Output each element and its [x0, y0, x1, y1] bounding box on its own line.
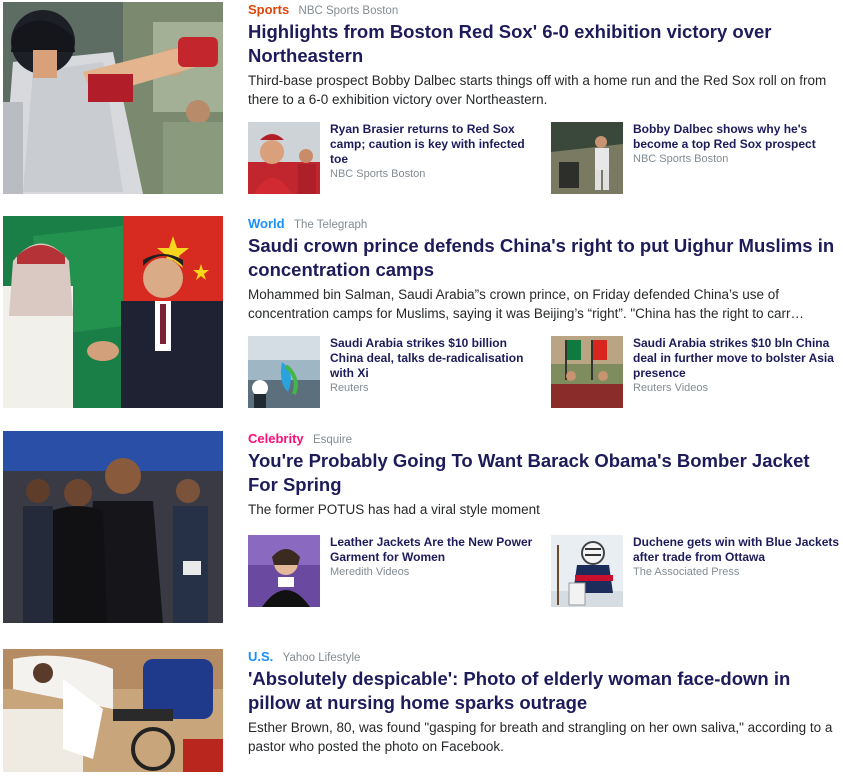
related-source: Meredith Videos	[330, 566, 410, 578]
related-links: Ryan Brasier returns to Red Sox camp; ca…	[248, 122, 843, 194]
related-source: Reuters Videos	[633, 382, 709, 394]
related-thumbnail	[551, 535, 623, 607]
story-body: U.S. Yahoo Lifestyle 'Absolutely despica…	[248, 649, 838, 756]
related-item[interactable]: Duchene gets win with Blue Jackets after…	[551, 535, 843, 607]
story-card: Sports NBC Sports Boston Highlights from…	[0, 2, 843, 202]
story-meta: U.S. Yahoo Lifestyle	[248, 649, 838, 665]
story-card: U.S. Yahoo Lifestyle 'Absolutely despica…	[0, 649, 843, 776]
story-headline[interactable]: You're Probably Going To Want Barack Oba…	[248, 449, 838, 497]
related-title[interactable]: Saudi Arabia strikes $10 billion China d…	[330, 336, 542, 381]
source-label: The Telegraph	[293, 219, 368, 231]
story-card: World The Telegraph Saudi crown prince d…	[0, 216, 843, 416]
related-text: Ryan Brasier returns to Red Sox camp; ca…	[330, 122, 542, 182]
story-body: Sports NBC Sports Boston Highlights from…	[248, 2, 838, 194]
related-title[interactable]: Duchene gets win with Blue Jackets after…	[633, 535, 843, 565]
related-title[interactable]: Leather Jackets Are the New Power Garmen…	[330, 535, 542, 565]
story-meta: Sports NBC Sports Boston	[248, 2, 838, 18]
story-image[interactable]	[3, 649, 223, 772]
story-image[interactable]	[3, 2, 223, 194]
related-source: NBC Sports Boston	[330, 168, 426, 180]
category-link[interactable]: World	[248, 216, 285, 231]
related-text: Bobby Dalbec shows why he's become a top…	[633, 122, 843, 167]
related-links: Saudi Arabia strikes $10 billion China d…	[248, 336, 843, 408]
related-item[interactable]: Bobby Dalbec shows why he's become a top…	[551, 122, 843, 194]
related-thumbnail	[248, 336, 320, 408]
related-text: Saudi Arabia strikes $10 bln China deal …	[633, 336, 843, 396]
story-headline[interactable]: Saudi crown prince defends China's right…	[248, 234, 838, 282]
story-meta: World The Telegraph	[248, 216, 838, 232]
related-item[interactable]: Leather Jackets Are the New Power Garmen…	[248, 535, 548, 607]
category-link[interactable]: Celebrity	[248, 431, 304, 446]
story-image[interactable]	[3, 431, 223, 623]
related-source: The Associated Press	[633, 566, 740, 578]
source-label: Yahoo Lifestyle	[282, 652, 361, 664]
related-text: Saudi Arabia strikes $10 billion China d…	[330, 336, 542, 396]
story-summary: Third-base prospect Bobby Dalbec starts …	[248, 73, 827, 107]
story-headline[interactable]: Highlights from Boston Red Sox' 6-0 exhi…	[248, 20, 838, 68]
story-headline[interactable]: 'Absolutely despicable': Photo of elderl…	[248, 667, 838, 715]
related-thumbnail	[551, 336, 623, 408]
category-link[interactable]: U.S.	[248, 649, 273, 664]
related-item[interactable]: Saudi Arabia strikes $10 billion China d…	[248, 336, 548, 408]
related-title[interactable]: Saudi Arabia strikes $10 bln China deal …	[633, 336, 843, 381]
story-summary: Esther Brown, 80, was found "gasping for…	[248, 720, 833, 754]
category-link[interactable]: Sports	[248, 2, 289, 17]
story-body: Celebrity Esquire You're Probably Going …	[248, 431, 839, 607]
related-links: Leather Jackets Are the New Power Garmen…	[248, 535, 843, 607]
related-source: Reuters	[330, 382, 369, 394]
related-thumbnail	[551, 122, 623, 194]
story-image[interactable]	[3, 216, 223, 408]
related-text: Leather Jackets Are the New Power Garmen…	[330, 535, 542, 580]
story-card: Celebrity Esquire You're Probably Going …	[0, 431, 843, 631]
related-title[interactable]: Ryan Brasier returns to Red Sox camp; ca…	[330, 122, 542, 167]
story-summary: Mohammed bin Salman, Saudi Arabia”s crow…	[248, 287, 805, 321]
source-label: NBC Sports Boston	[298, 5, 399, 17]
story-meta: Celebrity Esquire	[248, 431, 838, 447]
story-body: World The Telegraph Saudi crown prince d…	[248, 216, 838, 408]
related-thumbnail	[248, 535, 320, 607]
story-summary: The former POTUS has had a viral style m…	[248, 502, 540, 517]
source-label: Esquire	[312, 434, 352, 446]
related-item[interactable]: Ryan Brasier returns to Red Sox camp; ca…	[248, 122, 548, 194]
related-source: NBC Sports Boston	[633, 153, 729, 165]
related-text: Duchene gets win with Blue Jackets after…	[633, 535, 843, 580]
related-thumbnail	[248, 122, 320, 194]
related-item[interactable]: Saudi Arabia strikes $10 bln China deal …	[551, 336, 843, 408]
related-title[interactable]: Bobby Dalbec shows why he's become a top…	[633, 122, 843, 152]
